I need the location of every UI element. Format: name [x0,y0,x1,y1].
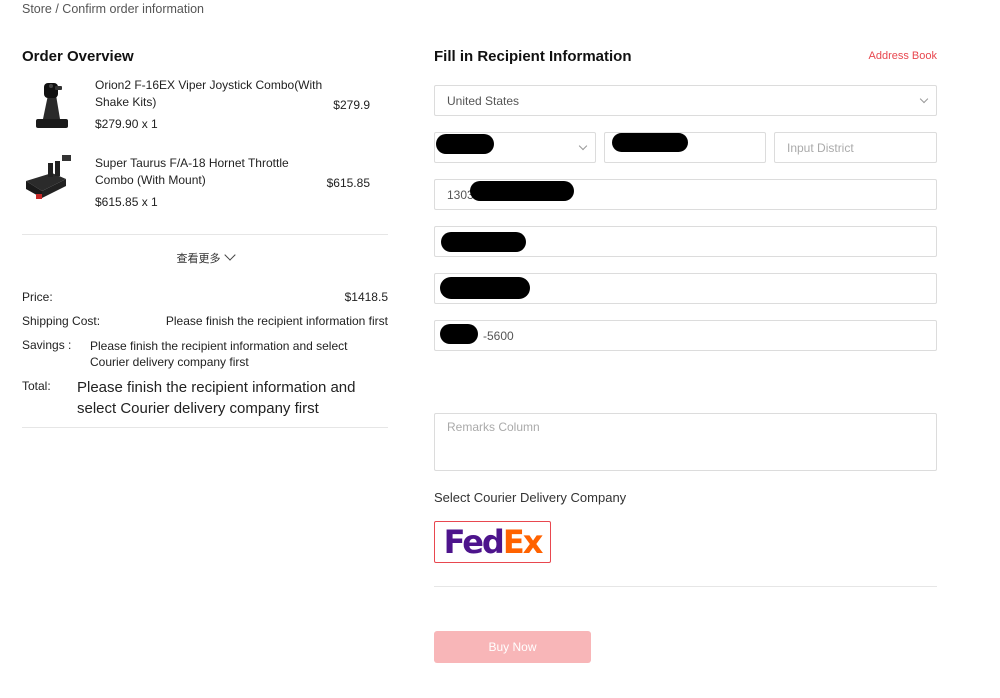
price-value: $1418.5 [344,290,388,304]
see-more-label: 查看更多 [176,253,221,265]
shipping-label: Shipping Cost: [22,314,101,328]
total-value: Please finish the recipient information … [77,379,356,417]
item-price: $279.9 [333,98,370,112]
redacted-block [441,232,526,252]
order-item: Orion2 F-16EX Viper Joystick Combo(With … [22,77,388,155]
courier-title: Select Courier Delivery Company [434,490,627,505]
fedex-logo-ex: Ex [502,523,543,561]
address-book-link[interactable]: Address Book [869,50,937,62]
breadcrumb: Store / Confirm order information [22,2,205,16]
chevron-down-icon [919,94,929,104]
chevron-down-icon [223,249,236,261]
state-select[interactable] [434,132,596,163]
chevron-down-icon [578,141,588,151]
see-more-toggle[interactable]: 查看更多 [22,249,388,266]
divider [434,586,937,587]
shipping-value: Please finish the recipient information … [165,314,388,328]
joystick-product-image [36,83,68,128]
recipient-panel: Fill in Recipient Information Address Bo… [434,48,937,663]
remarks-textarea[interactable]: Remarks Column [434,413,937,471]
order-items-list: Orion2 F-16EX Viper Joystick Combo(With … [22,77,388,233]
divider [22,234,388,235]
savings-value: Please finish the recipient information … [90,339,348,369]
redacted-block [440,324,478,344]
street-address-field[interactable] [434,273,937,304]
phone-field[interactable]: 1303 [434,179,937,210]
district-placeholder: Input District [787,140,854,155]
price-label: Price: [22,290,53,304]
order-item: Super Taurus F/A-18 Hornet Throttle Comb… [22,155,388,233]
remarks-placeholder: Remarks Column [447,420,540,434]
city-field[interactable] [604,132,766,163]
item-name: Super Taurus F/A-18 Hornet Throttle Comb… [95,156,289,187]
redacted-block [470,181,574,201]
total-label: Total: [22,379,51,393]
fedex-logo-fed: Fed [443,523,505,561]
country-select[interactable]: United States [434,85,937,116]
item-quantity: $279.90 x 1 [95,117,158,131]
throttle-product-image [26,155,71,199]
country-value: United States [447,93,520,108]
item-name: Orion2 F-16EX Viper Joystick Combo(With … [95,78,323,109]
savings-label: Savings : [22,338,72,352]
district-input[interactable]: Input District [774,132,937,163]
recipient-name-field[interactable] [434,226,937,257]
buy-now-button[interactable]: Buy Now [434,631,591,663]
redacted-block [436,134,494,154]
item-price: $615.85 [326,176,370,190]
order-overview-panel: Order Overview Orion2 F-16EX Viper Joyst… [22,48,388,428]
postal-code-field[interactable]: -5600 [434,320,937,351]
item-quantity: $615.85 x 1 [95,195,158,209]
fedex-option[interactable]: Fed Ex [434,521,551,563]
redacted-block [612,133,688,152]
recipient-title: Fill in Recipient Information [434,48,632,65]
divider [22,427,388,428]
redacted-block [440,277,530,299]
order-overview-title: Order Overview [22,48,134,65]
